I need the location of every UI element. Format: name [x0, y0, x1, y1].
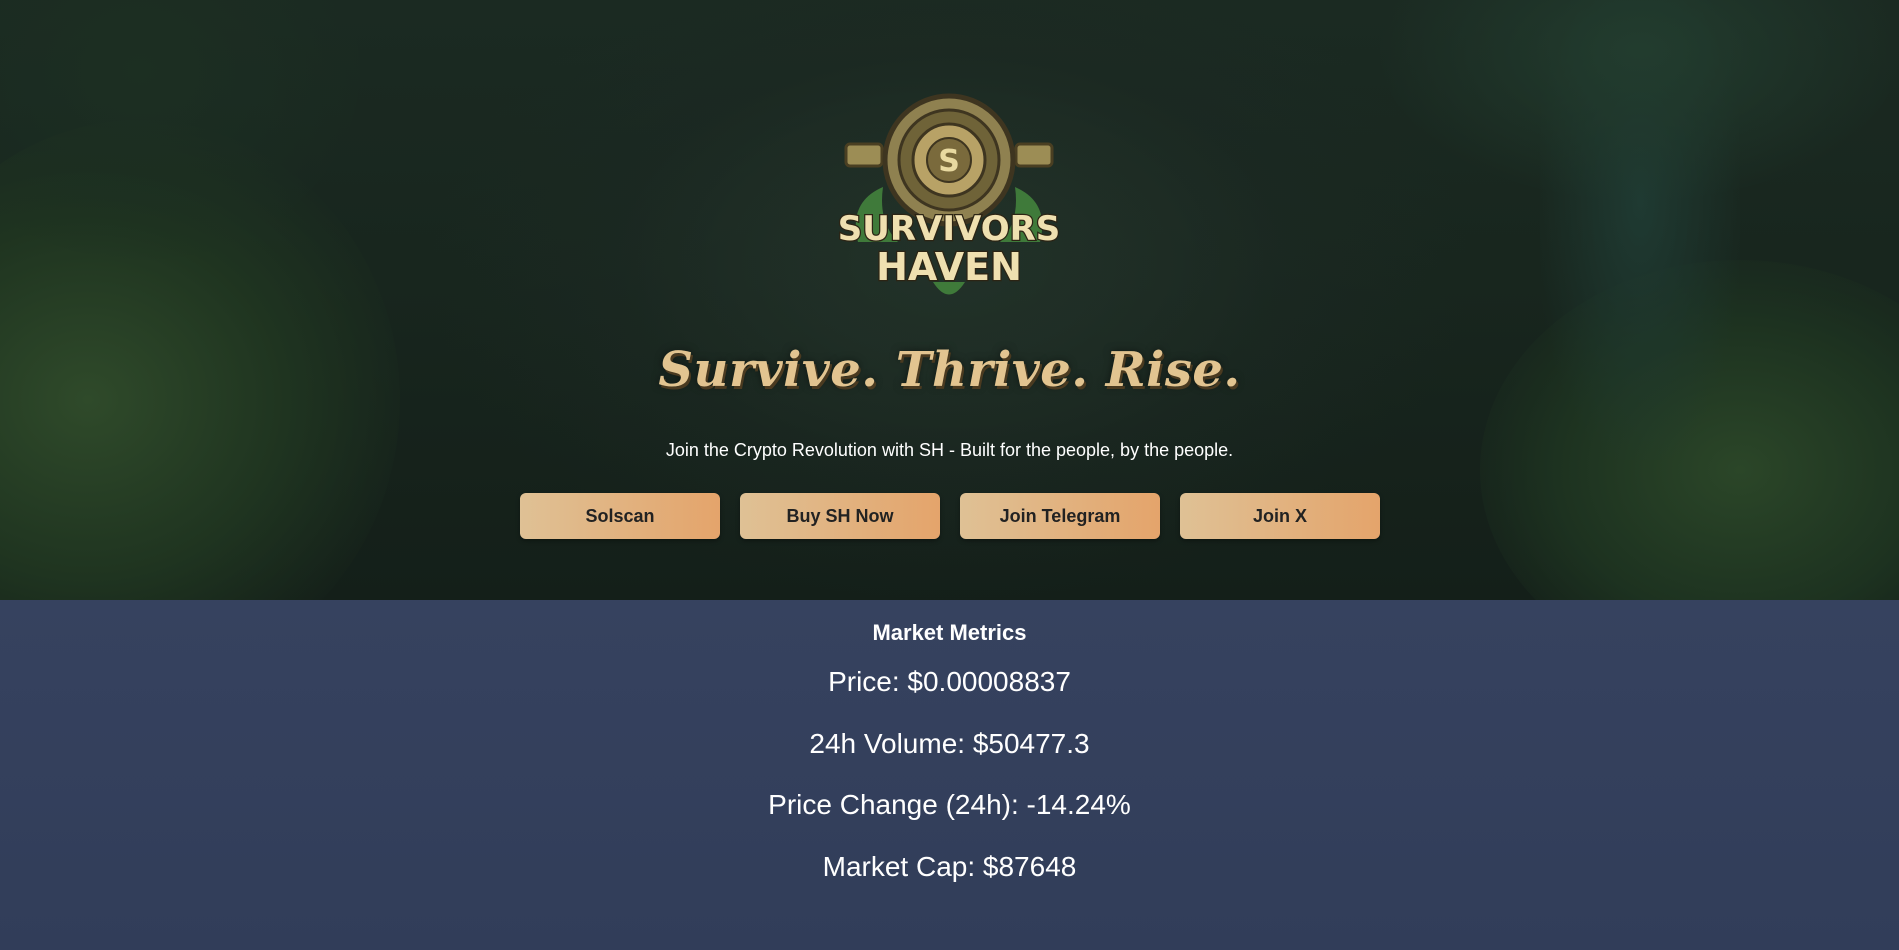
market-metrics-section: Market Metrics Price: $0.00008837 24h Vo…: [0, 600, 1899, 950]
svg-text:S: S: [938, 144, 960, 179]
metrics-title: Market Metrics: [872, 620, 1027, 645]
hero-section: S SURVIVORS HAVEN Survive. Thrive. Rise.…: [0, 0, 1899, 600]
logo-line1: SURVIVORS: [838, 209, 1060, 249]
subtitle: Join the Crypto Revolution with SH - Bui…: [665, 440, 1234, 460]
join-x-button[interactable]: Join X: [1180, 493, 1380, 539]
market-cap-metric: Market Cap: $87648: [822, 851, 1077, 882]
price-metric: Price: $0.00008837: [828, 666, 1071, 697]
cta-buttons: Solscan Buy SH Now Join Telegram Join X: [520, 493, 1380, 539]
solscan-button[interactable]: Solscan: [520, 493, 720, 539]
survivors-haven-emblem-icon: S SURVIVORS HAVEN: [838, 93, 1060, 295]
logo: S SURVIVORS HAVEN: [838, 92, 1060, 302]
buy-sh-button[interactable]: Buy SH Now: [740, 493, 940, 539]
logo-line2: HAVEN: [876, 245, 1022, 289]
volume-metric: 24h Volume: $50477.3: [809, 728, 1090, 759]
join-telegram-button[interactable]: Join Telegram: [960, 493, 1160, 539]
tagline: Survive. Thrive. Rise.: [658, 342, 1241, 398]
price-change-metric: Price Change (24h): -14.24%: [768, 789, 1131, 820]
